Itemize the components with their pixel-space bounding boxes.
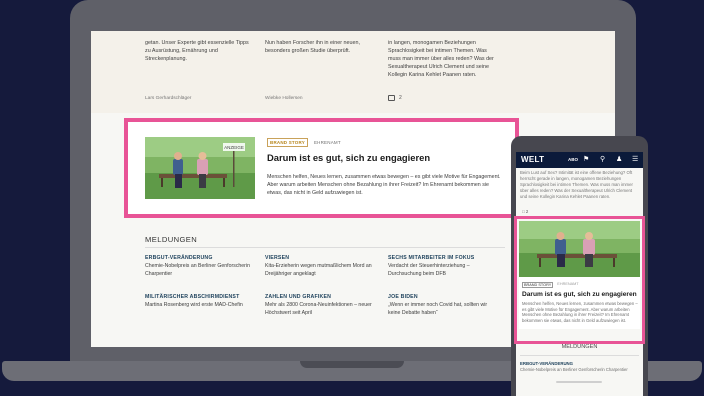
comment-icon: □ [522,209,525,214]
news-title: ZAHLEN UND GRAFIKEN [265,294,332,300]
meldungen-heading: MELDUNGEN [145,235,198,244]
news-item[interactable]: VIERSEN Kita-Erzieherin wegen mutmaßlich… [265,255,375,278]
news-item[interactable]: SECHS MITARBEITER IM FOKUS Verdacht der … [388,255,498,278]
divider [520,355,639,356]
teaser-text: getan. Unser Experte gibt essenzielle Ti… [145,40,249,62]
phone-teaser-text: Beim Lust auf Sex? Intimität ist eine of… [520,170,633,199]
author-name: Lars Gerhardschläger [145,96,192,101]
tag-icon[interactable]: ⚑ [583,156,589,164]
meldungen-heading: MELDUNGEN [561,344,598,350]
user-icon[interactable]: ♟ [616,156,622,164]
abo-link[interactable]: ABO [568,157,578,162]
news-text: Mehr als 2800 Corona-Neuinfektionen – ne… [265,302,372,316]
menu-icon[interactable]: ☰ [632,156,638,164]
search-icon[interactable]: ⚲ [600,156,605,164]
teaser-text: in langen, monogamen Beziehungen Sprachl… [388,40,494,78]
news-item[interactable]: ZAHLEN UND GRAFIKEN Mehr als 2800 Corona… [265,294,375,317]
phone-header: WELT ABO ⚑ ⚲ ♟ ☰ [516,152,643,168]
news-item[interactable]: MILITÄRISCHER ABSCHIRMDIENST Martina Ros… [145,294,255,310]
comment-count: 2 [525,209,529,214]
teaser-strip: getan. Unser Experte gibt essenzielle Ti… [91,31,615,113]
comment-count: 2 [399,95,402,101]
highlight-frame [124,118,519,218]
divider [145,247,505,248]
news-item[interactable]: JOE BIDEN „Wenn er immer noch Covid hat,… [388,294,498,317]
news-text: „Wenn er immer noch Covid hat, sollten w… [388,302,488,316]
news-item[interactable]: ERBGUT-VERÄNDERUNG Chemie-Nobelpreis an … [145,255,255,278]
news-text: Kita-Erzieherin wegen mutmaßlichem Mord … [265,263,372,277]
home-indicator [556,381,602,383]
news-text: Chemie-Nobelpreis an Berliner Genforsche… [520,367,628,372]
laptop-notch [300,361,404,368]
news-title: MILITÄRISCHER ABSCHIRMDIENST [145,294,240,300]
news-title: JOE BIDEN [388,294,418,300]
news-title: ERBGUT-VERÄNDERUNG [145,255,213,261]
comment-link[interactable]: □ 2 [522,209,528,214]
author-name: Wiebke Hollersen [265,96,303,101]
news-title: SECHS MITARBEITER IM FOKUS [388,255,475,261]
news-title[interactable]: ERBGUT-VERÄNDERUNG [520,361,573,366]
teaser-text: Nun haben Forscher ihn in einer neuen, b… [265,40,360,54]
news-text: Chemie-Nobelpreis an Berliner Genforsche… [145,263,250,277]
phone-highlight-frame [514,216,645,344]
comment-link[interactable]: 2 [388,95,402,101]
news-text: Martina Rosenberg wird erste MAD-Chefin [145,302,243,308]
news-title: VIERSEN [265,255,290,261]
comment-icon [388,95,395,101]
news-text: Verdacht der Steuerhinterziehung – Durch… [388,263,470,277]
welt-logo[interactable]: WELT [521,155,544,164]
